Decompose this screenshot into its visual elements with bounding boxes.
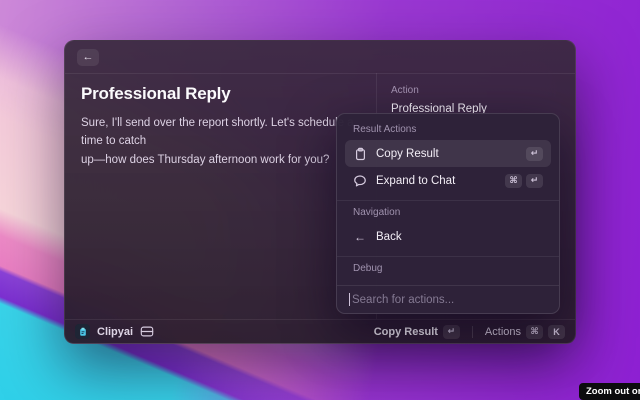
actions-menu-button[interactable]: Actions ⌘ K	[485, 325, 565, 339]
back-arrow-icon: ←	[83, 51, 94, 63]
action-item-copy-result[interactable]: Copy Result ↵	[345, 140, 551, 167]
action-search-input[interactable]	[352, 294, 547, 306]
action-item-label: Back	[376, 231, 543, 243]
k-key-badge: K	[548, 325, 565, 339]
action-item-back[interactable]: ← Back	[345, 223, 551, 250]
clipyai-logo-icon	[75, 324, 90, 339]
action-item-label: Expand to Chat	[376, 175, 496, 187]
window-header: ←	[65, 41, 575, 74]
chat-bubble-icon	[353, 174, 367, 188]
command-key-badge: ⌘	[526, 325, 543, 339]
drive-icon	[140, 325, 154, 338]
clipboard-icon	[353, 147, 367, 161]
actions-menu-label: Actions	[485, 326, 521, 338]
text-cursor	[349, 293, 350, 306]
section-divider	[337, 200, 559, 201]
return-key-badge: ↵	[526, 147, 543, 161]
primary-action-button[interactable]: Copy Result ↵	[374, 325, 460, 339]
action-item-expand-to-chat[interactable]: Expand to Chat ⌘ ↵	[345, 167, 551, 194]
side-panel-label: Action	[391, 85, 561, 96]
status-bar: Clipyai Copy Result ↵ Actions ⌘ K	[65, 319, 575, 343]
action-item-label: Copy Result	[376, 148, 517, 160]
back-button[interactable]: ←	[77, 49, 99, 66]
section-title-navigation: Navigation	[353, 207, 543, 218]
primary-action-label: Copy Result	[374, 326, 438, 338]
shortcut-keys: ↵	[526, 147, 543, 161]
arrow-left-icon: ←	[353, 230, 367, 244]
result-text-line: Sure, I'll send over the report shortly.…	[81, 114, 360, 151]
result-pane: Professional Reply Sure, I'll send over …	[65, 73, 376, 319]
action-search-bar	[337, 285, 559, 313]
page-title: Professional Reply	[81, 84, 360, 104]
zoom-out-tooltip: Zoom out on	[579, 383, 640, 400]
action-panel-popup: Result Actions Copy Result ↵ Expand to C…	[336, 113, 560, 314]
return-key-badge: ↵	[526, 174, 543, 188]
section-divider	[337, 256, 559, 257]
section-title-result-actions: Result Actions	[353, 124, 543, 135]
shortcut-keys: ⌘ ↵	[505, 174, 543, 188]
command-key-badge: ⌘	[505, 174, 522, 188]
section-title-debug: Debug	[353, 263, 543, 274]
result-text: Sure, I'll send over the report shortly.…	[81, 114, 360, 169]
result-text-line: up—how does Thursday afternoon work for …	[81, 151, 360, 169]
app-name: Clipyai	[97, 326, 133, 338]
action-list: Result Actions Copy Result ↵ Expand to C…	[337, 114, 559, 286]
clipboard-logo-glyph	[78, 327, 88, 337]
status-bar-separator	[472, 326, 473, 338]
return-key-badge: ↵	[443, 325, 460, 339]
